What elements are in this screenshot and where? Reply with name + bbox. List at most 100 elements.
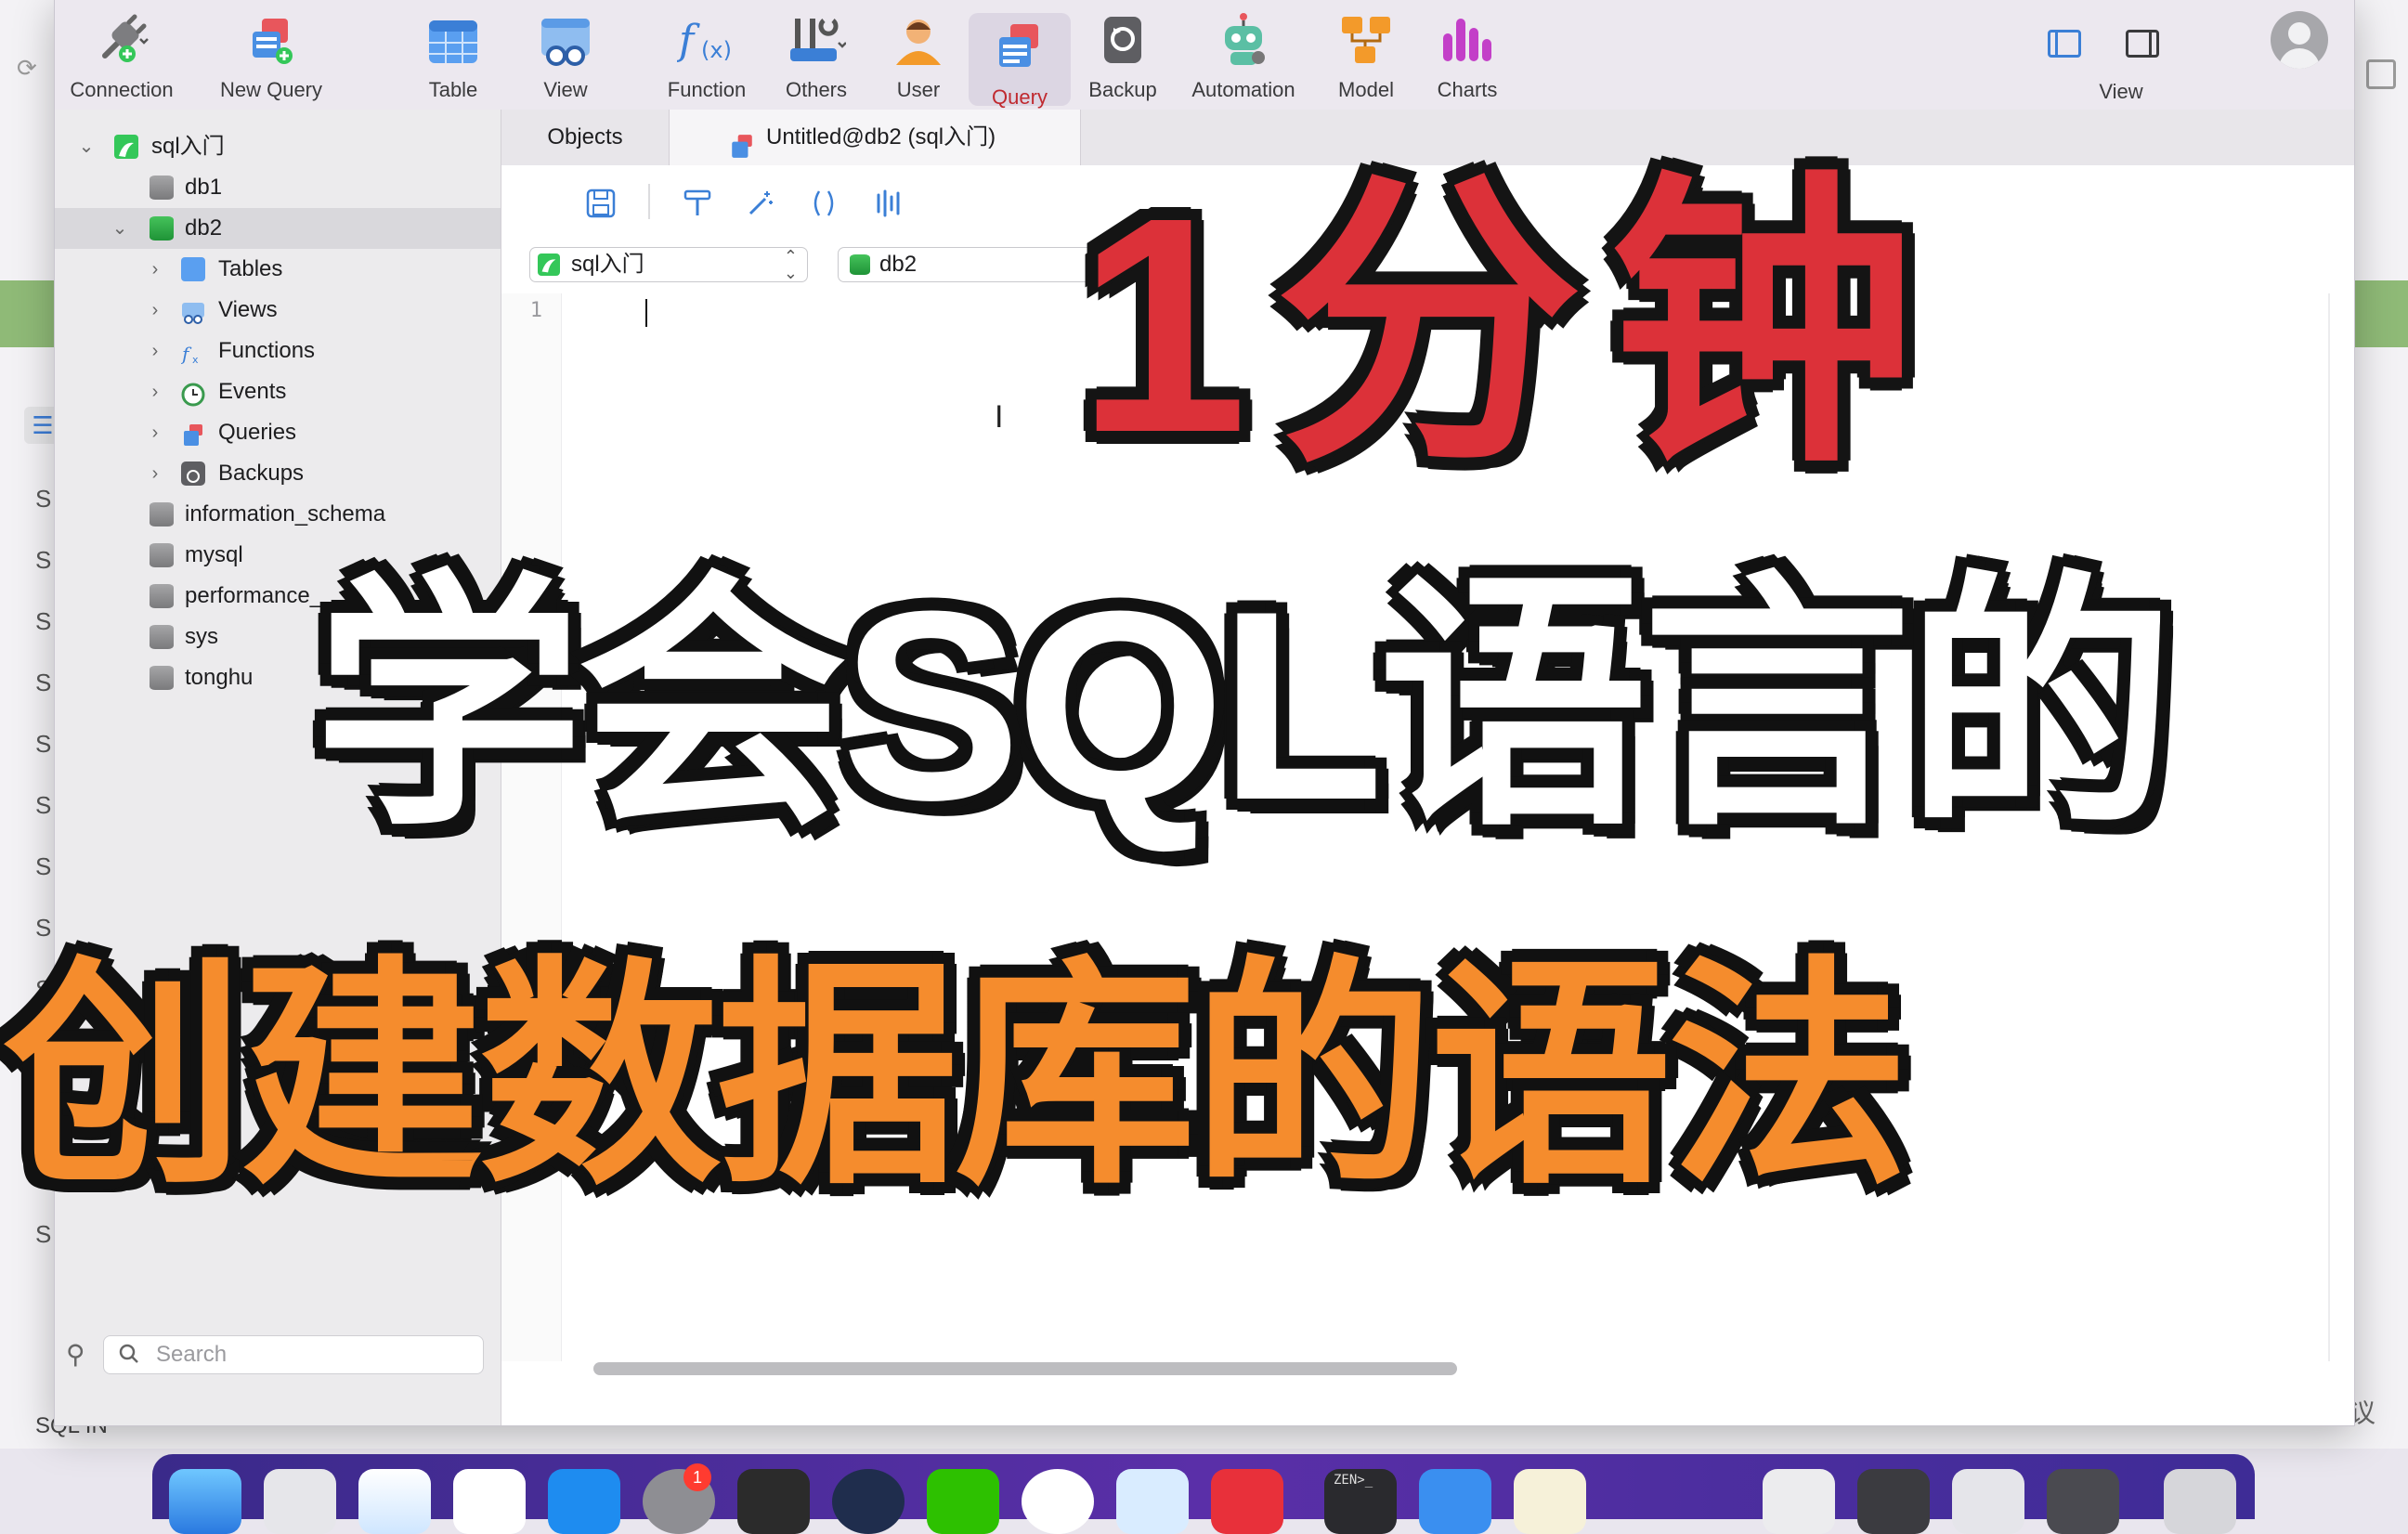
dock-appstore-icon[interactable] <box>548 1469 620 1534</box>
list-item: S <box>35 669 52 696</box>
database-select[interactable]: db2 <box>838 247 1116 282</box>
avatar[interactable] <box>2271 11 2328 69</box>
dock-terminal-icon[interactable]: ZEN>_ <box>1324 1469 1397 1534</box>
search-icon <box>117 1342 141 1371</box>
function-button[interactable]: f (x) Function <box>649 11 764 102</box>
search-box[interactable] <box>103 1335 484 1374</box>
charts-button[interactable]: Charts <box>1427 11 1507 102</box>
tools-icon <box>787 11 847 71</box>
explain-icon[interactable] <box>873 188 905 224</box>
database-icon <box>150 502 174 526</box>
tree-tables[interactable]: › Tables <box>55 249 501 290</box>
connection-button[interactable]: Connection <box>66 11 177 102</box>
dock-sublime-icon[interactable] <box>737 1469 810 1534</box>
robot-icon <box>1214 11 1273 71</box>
chevron-right-icon[interactable]: › <box>146 412 164 453</box>
query-button[interactable]: Query <box>969 13 1071 109</box>
backup-icon <box>181 462 205 486</box>
chevron-right-icon[interactable]: › <box>146 331 164 371</box>
dock-app-icon[interactable] <box>1419 1469 1491 1534</box>
horizontal-scrollbar[interactable] <box>593 1362 1457 1375</box>
dock-settings-icon[interactable]: 1 <box>643 1463 715 1534</box>
database-icon <box>150 666 174 690</box>
view-label: View <box>2099 80 2143 103</box>
user-icon <box>889 11 948 71</box>
others-button[interactable]: Others <box>770 11 863 102</box>
chevron-right-icon[interactable]: › <box>146 371 164 412</box>
dock-dbeaver-icon[interactable] <box>832 1469 905 1534</box>
tree-queries[interactable]: › Queries <box>55 412 501 453</box>
tree-db-information-schema[interactable]: information_schema <box>55 494 501 535</box>
dock-safari-icon[interactable] <box>358 1469 431 1534</box>
database-icon <box>150 216 174 240</box>
backup-icon <box>1093 11 1152 71</box>
sidebar-toggle-icon[interactable] <box>2366 59 2396 89</box>
chevron-right-icon[interactable]: › <box>146 290 164 331</box>
tree-connection-sql-intro[interactable]: ⌄ sql入门 <box>55 126 501 167</box>
mysql-connection-icon <box>538 254 560 276</box>
search-input[interactable] <box>154 1340 474 1370</box>
tree-backups[interactable]: › Backups <box>55 453 501 494</box>
chevron-down-icon[interactable]: ⌄ <box>77 126 96 167</box>
tree-db-db2[interactable]: ⌄ db2 <box>55 208 501 249</box>
toggle-right-panel-icon[interactable] <box>2126 30 2159 58</box>
chevron-down-icon[interactable]: ⌄ <box>111 208 129 249</box>
parentheses-icon[interactable] <box>808 188 840 224</box>
list-item: S <box>35 1220 52 1248</box>
tree-db-db1[interactable]: db1 <box>55 167 501 208</box>
toolbar-divider <box>648 184 650 219</box>
dock-video-icon[interactable] <box>1211 1469 1283 1534</box>
text-caret <box>645 299 647 327</box>
filter-icon[interactable]: ⚲ <box>66 1339 85 1370</box>
user-button[interactable]: User <box>881 11 956 102</box>
charts-icon <box>1438 11 1497 71</box>
chevron-right-icon[interactable]: › <box>146 249 164 290</box>
dock-launchpad-icon[interactable] <box>264 1469 336 1534</box>
connection-select[interactable]: sql入门 ⌃ ⌄ <box>529 247 808 282</box>
new-query-icon <box>241 11 301 71</box>
svg-text:x: x <box>192 354 199 366</box>
chevron-right-icon[interactable]: › <box>146 453 164 494</box>
list-item: S <box>35 730 52 758</box>
dock-quicktime-icon[interactable] <box>1116 1469 1189 1534</box>
dock-chrome-icon[interactable] <box>1022 1469 1094 1534</box>
dock-window-icon[interactable] <box>1952 1469 2024 1534</box>
model-button[interactable]: Model <box>1327 11 1405 102</box>
list-item: S <box>35 852 52 880</box>
new-query-button[interactable]: New Query <box>211 11 332 102</box>
format-icon[interactable] <box>682 188 713 224</box>
i-beam-cursor-icon: I <box>995 399 1004 435</box>
dock-photos-icon[interactable] <box>453 1469 526 1534</box>
query-icon <box>990 19 1049 78</box>
list-item: S <box>35 607 52 635</box>
database-icon <box>150 625 174 649</box>
function-icon: fx <box>180 339 205 366</box>
toggle-left-panel-icon[interactable] <box>2048 30 2081 58</box>
tree-events[interactable]: › Events <box>55 371 501 412</box>
dock-document-icon[interactable] <box>1763 1469 1835 1534</box>
backup-button[interactable]: Backup <box>1086 11 1160 102</box>
view-button[interactable]: View <box>528 11 603 102</box>
tree-functions[interactable]: › fx Functions <box>55 331 501 371</box>
dock-window-icon[interactable] <box>2047 1469 2119 1534</box>
dock-window-icon[interactable] <box>1857 1469 1930 1534</box>
tab-untitled-query[interactable]: Untitled@db2 (sql入门) <box>670 110 1081 165</box>
dock-wechat-icon[interactable] <box>927 1469 999 1534</box>
magic-wand-icon[interactable] <box>745 188 776 224</box>
reload-icon[interactable]: ⟳ <box>17 54 39 82</box>
database-icon <box>150 176 174 200</box>
automation-button[interactable]: Automation <box>1186 11 1301 102</box>
database-icon <box>150 543 174 567</box>
overlay-title-line1: 1分钟 <box>1077 153 1945 496</box>
save-icon[interactable] <box>585 188 617 224</box>
dock-finder-icon[interactable] <box>169 1469 241 1534</box>
vertical-scrollbar-track[interactable] <box>2328 293 2330 1361</box>
tab-objects[interactable]: Objects <box>501 110 670 165</box>
query-icon <box>181 421 205 446</box>
dock-trash-icon[interactable] <box>2164 1469 2236 1534</box>
dock-app-icon[interactable] <box>1514 1469 1586 1534</box>
table-button[interactable]: Table <box>411 11 495 102</box>
list-item: S <box>35 791 52 819</box>
view-icon <box>536 11 595 71</box>
tree-views[interactable]: › Views <box>55 290 501 331</box>
